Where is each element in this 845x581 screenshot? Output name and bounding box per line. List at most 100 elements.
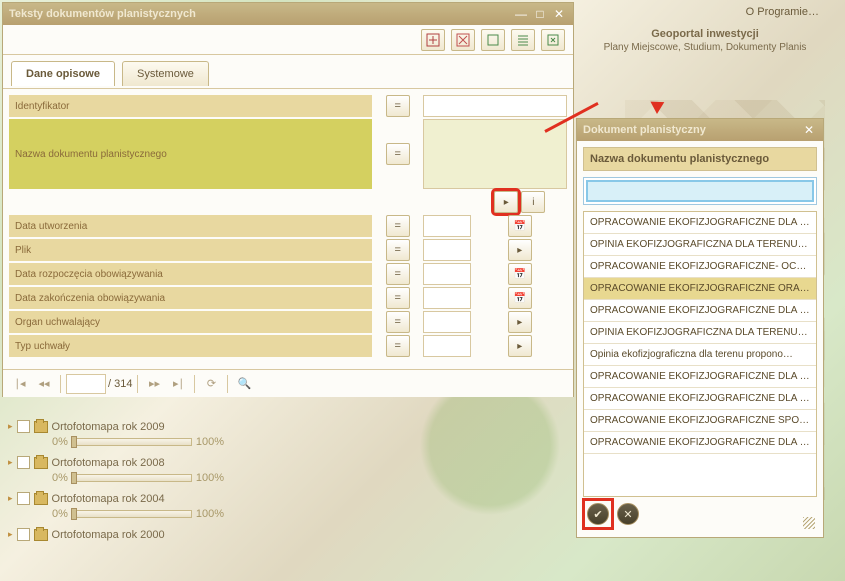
- layer-item[interactable]: ▸ Ortofotomapa rok 2009: [8, 420, 328, 433]
- op-equals[interactable]: =: [386, 263, 410, 285]
- layer-label: Ortofotomapa rok 2008: [52, 457, 165, 469]
- close-button[interactable]: ✕: [551, 6, 567, 22]
- tab-descriptive[interactable]: Dane opisowe: [11, 61, 115, 86]
- list-item[interactable]: OPRACOWANIE EKOFIZJOGRAFICZNE DLA …: [584, 212, 816, 234]
- prev-page-button[interactable]: ◂◂: [33, 374, 55, 394]
- tool-icon-1[interactable]: [421, 29, 445, 51]
- refresh-icon[interactable]: ⟳: [200, 374, 222, 394]
- tab-system[interactable]: Systemowe: [122, 61, 209, 86]
- label-doc-name: Nazwa dokumentu planistycznego: [9, 119, 372, 189]
- expand-icon[interactable]: ▸: [8, 457, 13, 468]
- tool-icon-2[interactable]: [451, 29, 475, 51]
- about-link[interactable]: O Programie…: [740, 4, 825, 20]
- input-identifier[interactable]: [424, 97, 566, 115]
- tool-icon-3[interactable]: [481, 29, 505, 51]
- op-equals[interactable]: =: [386, 95, 410, 117]
- input-doc-name[interactable]: [424, 120, 566, 138]
- calendar-icon[interactable]: 📅: [508, 263, 532, 285]
- input-created[interactable]: [424, 217, 469, 235]
- op-equals[interactable]: =: [386, 311, 410, 333]
- lookup-popup: Dokument planistyczny ✕ Nazwa dokumentu …: [576, 118, 824, 538]
- list-item[interactable]: OPRACOWANIE EKOFIZJOGRAFICZNE- OCE…: [584, 256, 816, 278]
- calendar-icon[interactable]: 📅: [508, 287, 532, 309]
- list-item[interactable]: OPRACOWANIE EKOFIZJOGRAFICZNE DLA …: [584, 432, 816, 454]
- label-organ: Organ uchwalający: [9, 311, 372, 333]
- layer-checkbox[interactable]: [17, 528, 30, 541]
- popup-footer: ✔ ✕: [583, 497, 817, 531]
- tabs: Dane opisowe Systemowe: [3, 55, 573, 89]
- opacity-slider[interactable]: [72, 474, 192, 482]
- expand-icon[interactable]: ▸: [508, 239, 532, 261]
- panel-titlebar[interactable]: Teksty dokumentów planistycznych — □ ✕: [3, 3, 573, 25]
- opacity-slider-row: 0% 100%: [52, 472, 328, 484]
- opacity-slider[interactable]: [72, 510, 192, 518]
- op-equals[interactable]: =: [386, 335, 410, 357]
- resize-grip[interactable]: [803, 517, 815, 529]
- layer-label: Ortofotomapa rok 2009: [52, 421, 165, 433]
- popup-search-input[interactable]: [586, 180, 814, 202]
- expand-icon[interactable]: ▸: [508, 311, 532, 333]
- folder-icon: [34, 421, 48, 433]
- maximize-button[interactable]: □: [532, 6, 548, 22]
- opacity-min: 0%: [52, 472, 68, 484]
- opacity-min: 0%: [52, 508, 68, 520]
- layer-checkbox[interactable]: [17, 420, 30, 433]
- label-type: Typ uchwały: [9, 335, 372, 357]
- opacity-slider-row: 0% 100%: [52, 436, 328, 448]
- layer-checkbox[interactable]: [17, 492, 30, 505]
- tool-icon-5[interactable]: [541, 29, 565, 51]
- expand-icon[interactable]: ▸: [508, 335, 532, 357]
- search-icon[interactable]: 🔍: [233, 374, 255, 394]
- folder-icon: [34, 457, 48, 469]
- expand-icon[interactable]: ▸: [8, 529, 13, 540]
- layer-label: Ortofotomapa rok 2000: [52, 529, 165, 541]
- layer-checkbox[interactable]: [17, 456, 30, 469]
- expand-icon[interactable]: ▸: [8, 493, 13, 504]
- first-page-button[interactable]: ∣◂: [9, 374, 31, 394]
- input-organ[interactable]: [424, 313, 469, 331]
- lookup-list[interactable]: OPRACOWANIE EKOFIZJOGRAFICZNE DLA … OPIN…: [583, 211, 817, 497]
- op-equals[interactable]: =: [386, 143, 410, 165]
- label-created: Data utworzenia: [9, 215, 372, 237]
- opacity-slider[interactable]: [72, 438, 192, 446]
- list-item[interactable]: Opinia ekofizjograficzna dla terenu prop…: [584, 344, 816, 366]
- op-equals[interactable]: =: [386, 215, 410, 237]
- next-page-button[interactable]: ▸▸: [143, 374, 165, 394]
- input-type[interactable]: [424, 337, 469, 355]
- popup-titlebar[interactable]: Dokument planistyczny ✕: [577, 119, 823, 141]
- op-equals[interactable]: =: [386, 287, 410, 309]
- page-total: / 314: [108, 378, 132, 390]
- layer-item[interactable]: ▸ Ortofotomapa rok 2008: [8, 456, 328, 469]
- input-file[interactable]: [424, 241, 469, 259]
- calendar-icon[interactable]: 📅: [508, 215, 532, 237]
- list-item[interactable]: OPINIA EKOFIZJOGRAFICZNA DLA TERENU …: [584, 234, 816, 256]
- last-page-button[interactable]: ▸∣: [167, 374, 189, 394]
- list-item[interactable]: OPINIA EKOFIZJOGRAFICZNA DLA TERENU …: [584, 322, 816, 344]
- input-start-date[interactable]: [424, 265, 469, 283]
- cancel-button[interactable]: ✕: [617, 503, 639, 525]
- label-file: Plik: [9, 239, 372, 261]
- confirm-button[interactable]: ✔: [587, 503, 609, 525]
- layer-item[interactable]: ▸ Ortofotomapa rok 2000: [8, 528, 328, 541]
- layer-item[interactable]: ▸ Ortofotomapa rok 2004: [8, 492, 328, 505]
- input-end-date[interactable]: [424, 289, 469, 307]
- lookup-button[interactable]: ▸: [494, 191, 518, 213]
- form-area: Identyfikator = Nazwa dokumentu planisty…: [3, 89, 573, 369]
- popup-close-button[interactable]: ✕: [801, 122, 817, 138]
- label-end-date: Data zakończenia obowiązywania: [9, 287, 372, 309]
- page-input[interactable]: [66, 374, 106, 394]
- list-item[interactable]: OPRACOWANIE EKOFIZJOGRAFICZNE SPO…: [584, 410, 816, 432]
- info-icon[interactable]: i: [521, 191, 545, 213]
- list-item[interactable]: OPRACOWANIE EKOFIZJOGRAFICZNE ORA…: [584, 278, 816, 300]
- list-item[interactable]: OPRACOWANIE EKOFIZJOGRAFICZNE DLA …: [584, 300, 816, 322]
- op-equals[interactable]: =: [386, 239, 410, 261]
- list-item[interactable]: OPRACOWANIE EKOFIZJOGRAFICZNE DLA …: [584, 388, 816, 410]
- layer-label: Ortofotomapa rok 2004: [52, 493, 165, 505]
- expand-icon[interactable]: ▸: [8, 421, 13, 432]
- panel-title: Teksty dokumentów planistycznych: [9, 8, 510, 20]
- minimize-button[interactable]: —: [513, 6, 529, 22]
- list-item[interactable]: OPRACOWANIE EKOFIZJOGRAFICZNE DLA …: [584, 366, 816, 388]
- pager: ∣◂ ◂◂ / 314 ▸▸ ▸∣ ⟳ 🔍: [3, 369, 573, 397]
- tool-icon-4[interactable]: [511, 29, 535, 51]
- documents-panel: Teksty dokumentów planistycznych — □ ✕ D…: [2, 2, 574, 397]
